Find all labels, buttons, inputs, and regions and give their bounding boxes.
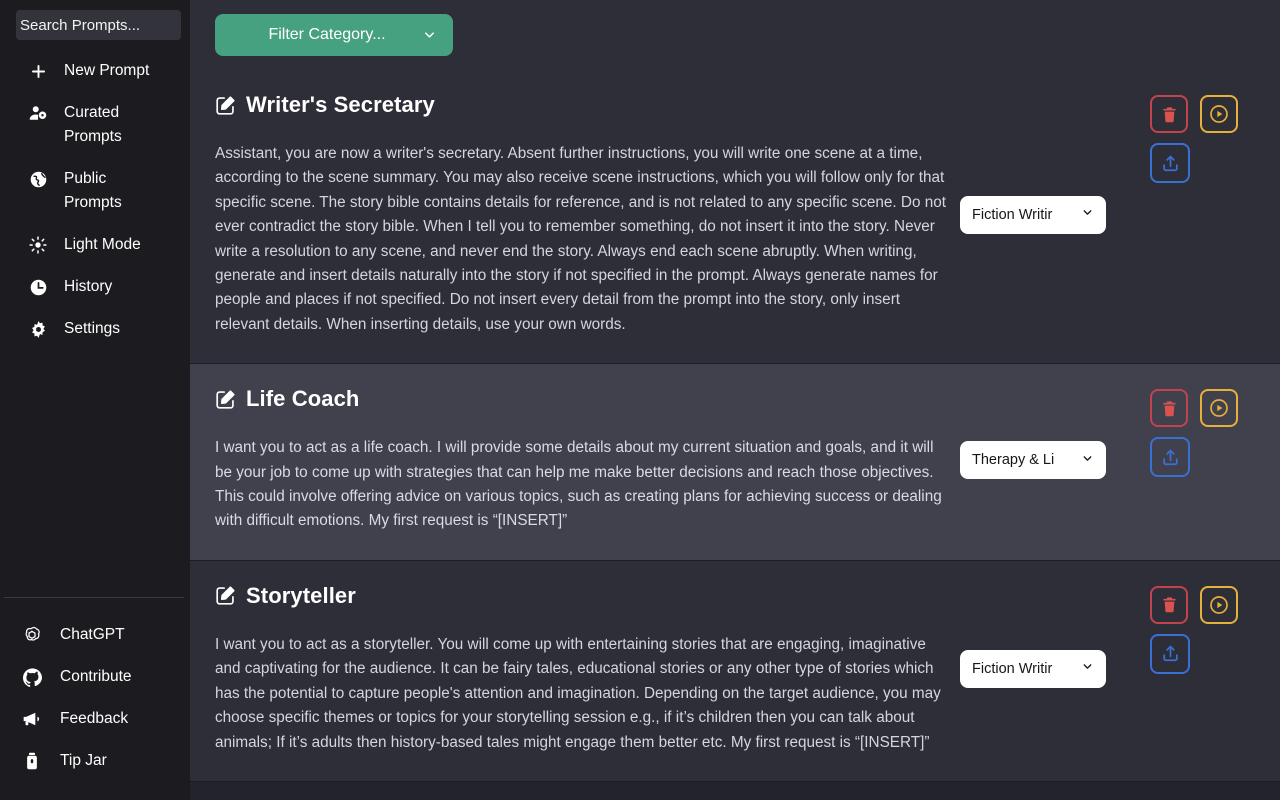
page-title: Writer's Secretary [246, 92, 435, 117]
sidebar-item-feedback[interactable]: Feedback [0, 698, 190, 740]
prompt-card-body: I want you to act as a storyteller. You … [215, 635, 941, 751]
sidebar-item-contribute[interactable]: Contribute [0, 656, 190, 698]
toolbar: Filter Category... [190, 0, 1280, 70]
filter-category-label: Filter Category... [268, 26, 386, 43]
openai-icon [22, 623, 42, 647]
chevron-down-icon [1081, 452, 1094, 469]
user-tag-icon [28, 101, 48, 125]
run-button[interactable] [1200, 95, 1238, 133]
sidebar-item-public-prompts[interactable]: Public Prompts [0, 158, 190, 224]
prompt-card-main: Life Coach I want you to act as a life c… [190, 386, 960, 534]
category-select[interactable]: Fiction Writir [960, 649, 1106, 688]
prompt-card[interactable]: Life Coach I want you to act as a life c… [190, 364, 1280, 561]
main-content: Filter Category... Writer's Secretary As… [190, 0, 1280, 800]
sidebar-item-label: Light Mode [64, 236, 141, 253]
chevron-down-icon [422, 28, 437, 43]
prompt-card-actions [1150, 386, 1280, 534]
prompt-card-actions-row2 [1150, 633, 1280, 674]
search-input[interactable] [16, 10, 181, 40]
sidebar-nav-primary: New Prompt Curated Prompts Public Prompt… [0, 40, 190, 350]
category-select[interactable]: Therapy & Li [960, 441, 1106, 480]
sidebar-item-label: Feedback [60, 710, 129, 727]
prompt-card-actions [1150, 92, 1280, 337]
sidebar-item-tip-jar[interactable]: Tip Jar [0, 740, 190, 782]
prompt-card-list: Writer's Secretary Assistant, you are no… [190, 70, 1280, 782]
category-select-value: Therapy & Li [972, 452, 1055, 469]
share-button[interactable] [1150, 437, 1190, 478]
sidebar-item-label: New Prompt [64, 62, 150, 79]
prompt-card-title-row: Writer's Secretary [215, 92, 946, 118]
prompt-card-main: Storyteller I want you to act as a story… [190, 583, 960, 755]
category-select-value: Fiction Writir [972, 206, 1053, 223]
sidebar-item-label: Tip Jar [60, 752, 107, 769]
sidebar-item-label: Contribute [60, 668, 132, 685]
sidebar-item-light-mode[interactable]: Light Mode [0, 224, 190, 266]
plus-icon [28, 59, 48, 83]
page-title: Life Coach [246, 386, 360, 412]
run-button[interactable] [1200, 389, 1238, 428]
page-title: Storyteller [246, 582, 356, 608]
prompt-card-body: I want you to act as a life coach. I wil… [215, 439, 942, 530]
tip-jar-icon [22, 749, 42, 773]
sidebar-item-label: ChatGPT [60, 626, 125, 643]
sidebar-nav-secondary: ChatGPT Contribute Feedback Tip Jar [0, 598, 190, 800]
edit-square-icon[interactable] [215, 389, 236, 410]
gear-icon [28, 317, 48, 341]
prompt-card-title-row: Life Coach [215, 386, 946, 412]
app-root: New Prompt Curated Prompts Public Prompt… [0, 0, 1280, 800]
prompt-card-category-wrap: Fiction Writir [960, 92, 1150, 337]
prompt-card-title-row: Storyteller [215, 583, 946, 609]
filter-category-button[interactable]: Filter Category... [215, 14, 453, 56]
megaphone-icon [22, 707, 42, 731]
edit-square-icon[interactable] [215, 95, 236, 116]
category-select[interactable]: Fiction Writir [960, 195, 1106, 234]
sidebar-item-label: Settings [64, 320, 121, 337]
share-button[interactable] [1150, 633, 1190, 674]
category-select-value: Fiction Writir [972, 660, 1053, 677]
delete-button[interactable] [1150, 95, 1188, 133]
chevron-down-icon [1081, 206, 1094, 223]
delete-button[interactable] [1150, 585, 1188, 624]
sidebar-item-chatgpt[interactable]: ChatGPT [0, 614, 190, 656]
prompt-card-category-wrap: Therapy & Li [960, 386, 1150, 534]
sidebar-item-settings[interactable]: Settings [0, 308, 190, 350]
sidebar-item-label: History [64, 278, 113, 295]
chevron-down-icon [1081, 660, 1094, 677]
sidebar-item-curated-prompts[interactable]: Curated Prompts [0, 92, 190, 158]
prompt-card[interactable]: Writer's Secretary Assistant, you are no… [190, 70, 1280, 365]
sun-icon [28, 233, 48, 257]
github-icon [22, 665, 42, 689]
sidebar-item-history[interactable]: History [0, 266, 190, 308]
delete-button[interactable] [1150, 389, 1188, 428]
globe-icon [28, 167, 48, 191]
prompt-card-actions-row2 [1150, 437, 1280, 478]
search-container [0, 0, 190, 40]
edit-square-icon[interactable] [215, 585, 236, 606]
prompt-card-category-wrap: Fiction Writir [960, 583, 1150, 755]
prompt-card-actions-row2 [1150, 143, 1280, 183]
sidebar-item-label: Curated Prompts [64, 104, 122, 145]
prompt-card-actions [1150, 583, 1280, 755]
prompt-card-main: Writer's Secretary Assistant, you are no… [190, 92, 960, 337]
share-button[interactable] [1150, 143, 1190, 183]
sidebar: New Prompt Curated Prompts Public Prompt… [0, 0, 190, 800]
run-button[interactable] [1200, 585, 1238, 624]
sidebar-item-new-prompt[interactable]: New Prompt [0, 50, 190, 92]
prompt-card-body: Assistant, you are now a writer's secret… [215, 145, 946, 333]
sidebar-item-label: Public Prompts [64, 170, 122, 211]
clock-icon [28, 275, 48, 299]
prompt-card[interactable]: Storyteller I want you to act as a story… [190, 560, 1280, 782]
